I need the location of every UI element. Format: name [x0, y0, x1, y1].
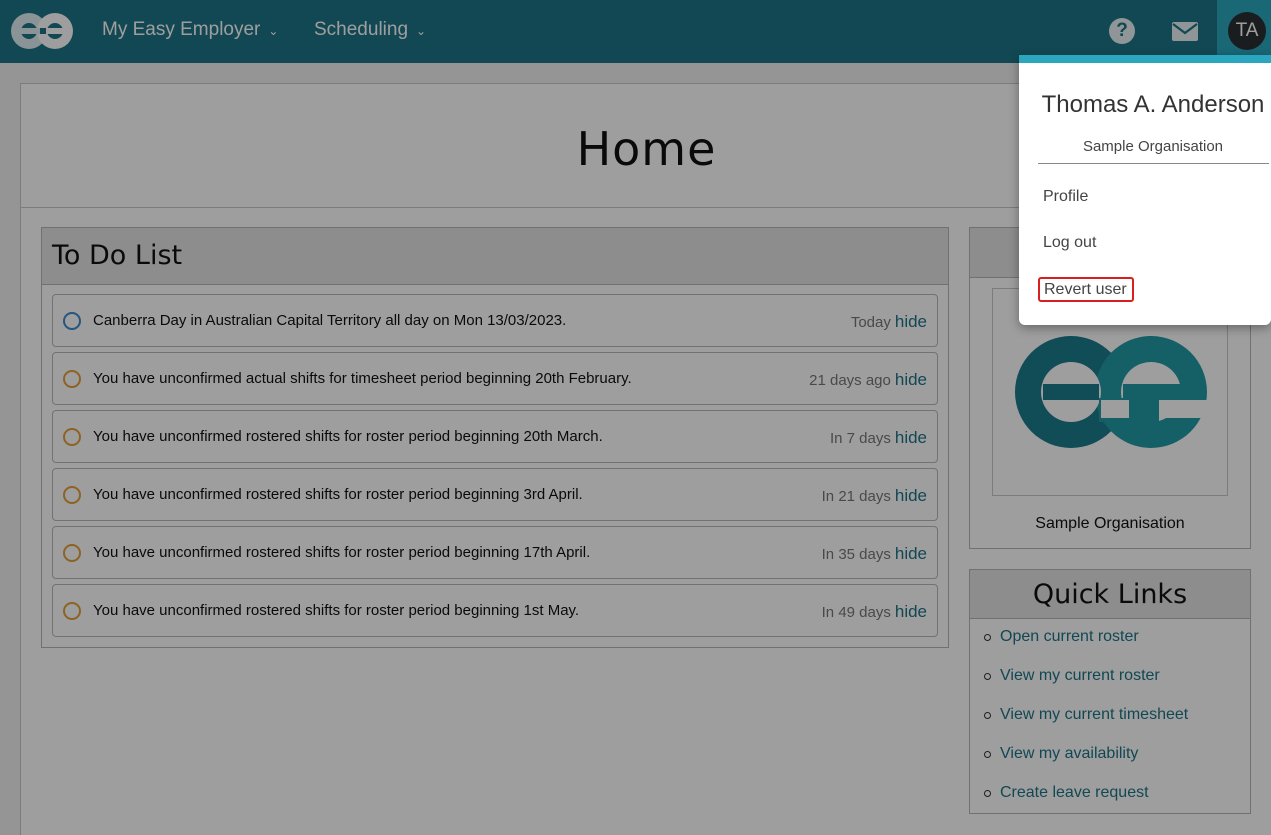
user-menu-name: Thomas A. Anderson [1041, 91, 1265, 118]
revert-user-menu-item[interactable]: Revert user [1038, 277, 1134, 302]
profile-menu-item[interactable]: Profile [1043, 188, 1088, 206]
logout-menu-item[interactable]: Log out [1043, 234, 1096, 252]
user-menu-divider [1038, 163, 1269, 164]
user-menu-dropdown: Thomas A. Anderson Sample Organisation P… [1019, 55, 1271, 325]
user-menu-organisation: Sample Organisation [1082, 138, 1224, 155]
